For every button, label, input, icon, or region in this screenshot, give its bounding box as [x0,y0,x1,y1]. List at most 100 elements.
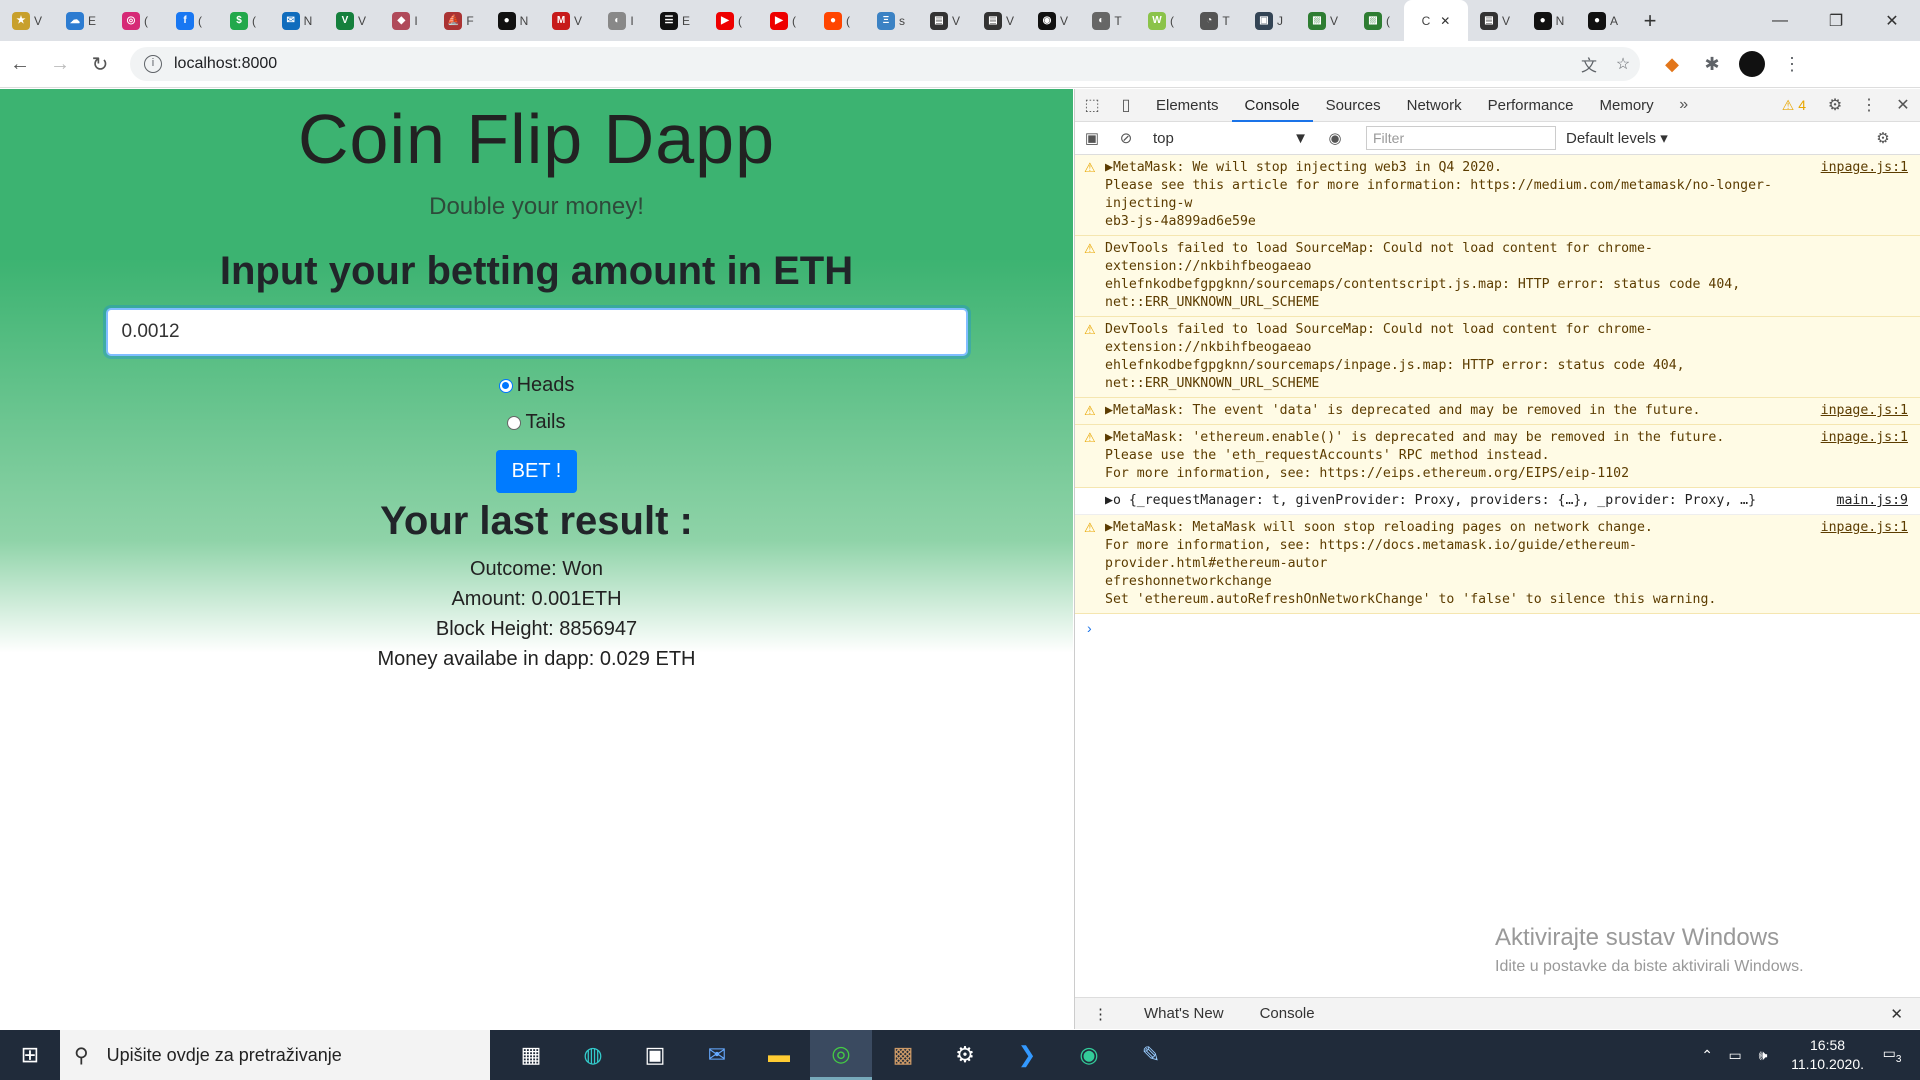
browser-tab[interactable]: ☰ E [648,0,702,41]
menu-kebab-icon[interactable]: ⋮ [1772,54,1812,75]
package-icon[interactable]: ▩ [872,1030,934,1080]
console-prompt[interactable]: › [1075,614,1920,642]
browser-tab[interactable]: ●( [810,0,864,41]
browser-tab[interactable]: ▣ J [1242,0,1296,41]
browser-tab[interactable]: W( [1134,0,1188,41]
sidebar-toggle-icon[interactable]: ▣ [1075,129,1109,147]
more-tabs-icon[interactable]: » [1667,96,1701,114]
drawer-menu-icon[interactable]: ⋮ [1075,1005,1126,1023]
task-view-icon[interactable]: ▦ [500,1030,562,1080]
browser-tab[interactable]: ▨ V [1296,0,1350,41]
console-source-link[interactable]: inpage.js:1 [1821,402,1908,420]
browser-tab[interactable]: ● N [1522,0,1576,41]
devtools-tab-console[interactable]: Console [1231,89,1313,122]
browser-tab[interactable]: ✉ N [270,0,324,41]
browser-tab[interactable]: ◆ I [378,0,432,41]
tab-close-icon[interactable]: ✕ [1440,14,1450,28]
bookmark-star-icon[interactable]: ☆ [1606,54,1640,74]
devtools-tab-elements[interactable]: Elements [1143,89,1232,122]
browser-tab[interactable]: ▶( [756,0,810,41]
maximize-icon[interactable]: ❐ [1808,0,1864,41]
taskbar-search[interactable]: ⚲ Upišite ovdje za pretraživanje [60,1030,490,1080]
devtools-menu-icon[interactable]: ⋮ [1852,95,1886,115]
site-info-icon[interactable]: i [144,55,162,73]
clear-console-icon[interactable]: ⊘ [1109,129,1143,147]
forward-icon[interactable]: → [40,44,80,84]
browser-tab[interactable]: MV [540,0,594,41]
browser-tab[interactable]: ⛵ F [432,0,486,41]
bet-button[interactable]: BET ! [495,450,578,493]
clock[interactable]: 16:58 11.10.2020. [1791,1036,1864,1074]
battery-icon[interactable]: ▭ [1721,1047,1749,1064]
avatar[interactable] [1739,51,1765,77]
device-toggle-icon[interactable]: ▯ [1109,95,1143,115]
edge-icon[interactable]: ◍ [562,1030,624,1080]
minimize-icon[interactable]: — [1752,0,1808,41]
file-explorer-icon[interactable]: ▬ [748,1030,810,1080]
browser-tab[interactable]: $( [216,0,270,41]
reload-icon[interactable]: ↻ [80,44,120,84]
powershell-icon[interactable]: ❯ [996,1030,1058,1080]
browser-tab[interactable]: ▤ V [918,0,972,41]
devtools-tab-performance[interactable]: Performance [1475,89,1587,122]
drawer-tab-console[interactable]: Console [1242,1005,1333,1022]
devtools-tab-memory[interactable]: Memory [1587,89,1667,122]
devtools-tab-sources[interactable]: Sources [1313,89,1394,122]
browser-tab[interactable]: ▤ V [1468,0,1522,41]
radio-tails[interactable]: Tails [0,411,1073,434]
browser-tab[interactable]: ▨( [1350,0,1404,41]
browser-tab[interactable]: f( [162,0,216,41]
browser-tab[interactable]: ◉ V [1026,0,1080,41]
console-settings-icon[interactable]: ⚙ [1866,129,1900,147]
radio-heads[interactable]: Heads [0,374,1073,397]
browser-tab[interactable]: ▤ V [972,0,1026,41]
log-levels-dropdown[interactable]: Default levels ▾ [1566,129,1866,147]
paint-icon[interactable]: ✎ [1120,1030,1182,1080]
translate-icon[interactable]: 文 [1572,52,1606,76]
metamask-icon[interactable]: ◆ [1652,54,1692,75]
windows-start-icon[interactable]: ⊞ [0,1030,60,1080]
app-icon-green[interactable]: ◉ [1058,1030,1120,1080]
inspect-icon[interactable]: ⬚ [1075,95,1109,115]
back-icon[interactable]: ← [0,44,40,84]
browser-tab[interactable]: ☁ E [54,0,108,41]
bet-amount-input[interactable] [105,308,968,356]
warning-count-badge[interactable]: ⚠ 4 [1782,97,1806,114]
drawer-close-icon[interactable]: ✕ [1872,1005,1920,1023]
browser-tab[interactable]: C ✕ [1404,0,1468,41]
settings-gear-icon[interactable]: ⚙ [1818,95,1852,115]
console-source-link[interactable]: inpage.js:1 [1821,159,1908,177]
browser-tab[interactable]: ● A [1576,0,1630,41]
console-filter-input[interactable]: Filter [1366,126,1556,150]
browser-tab[interactable]: ◐ I [594,0,648,41]
console-source-link[interactable]: inpage.js:1 [1821,429,1908,447]
drawer-tab-whats-new[interactable]: What's New [1126,1005,1242,1022]
volume-icon[interactable]: 🕪 [1749,1047,1777,1064]
browser-tab[interactable]: ◔ T [1188,0,1242,41]
new-tab-button[interactable]: + [1630,8,1670,34]
devtools-tab-network[interactable]: Network [1394,89,1475,122]
mail-icon[interactable]: ✉ [686,1030,748,1080]
radio-heads-dot[interactable] [498,378,513,393]
settings-app-icon[interactable]: ⚙ [934,1030,996,1080]
chrome-icon[interactable]: ◎ [810,1030,872,1080]
browser-tab[interactable]: Ξs [864,0,918,41]
browser-tab[interactable]: VV [324,0,378,41]
devtools-close-icon[interactable]: ✕ [1886,95,1920,115]
extensions-icon[interactable]: ✱ [1692,54,1732,75]
browser-tab[interactable]: ◐ T [1080,0,1134,41]
console-source-link[interactable]: inpage.js:1 [1821,519,1908,537]
browser-tab[interactable]: ● N [486,0,540,41]
browser-tab[interactable]: ★ V [0,0,54,41]
notifications-icon[interactable]: ▭3 [1878,1045,1906,1065]
context-selector[interactable]: top ▼ [1143,130,1318,147]
tray-chevron-up-icon[interactable]: ⌃ [1693,1047,1721,1064]
console-source-link[interactable]: main.js:9 [1837,492,1908,510]
store-icon[interactable]: ▣ [624,1030,686,1080]
live-expression-eye-icon[interactable]: ◉ [1318,129,1352,147]
radio-tails-dot[interactable] [507,415,522,430]
browser-tab[interactable]: ▶( [702,0,756,41]
url-field[interactable]: i localhost:8000 文 ☆ [130,47,1640,81]
close-icon[interactable]: ✕ [1864,0,1920,41]
browser-tab[interactable]: ◎( [108,0,162,41]
